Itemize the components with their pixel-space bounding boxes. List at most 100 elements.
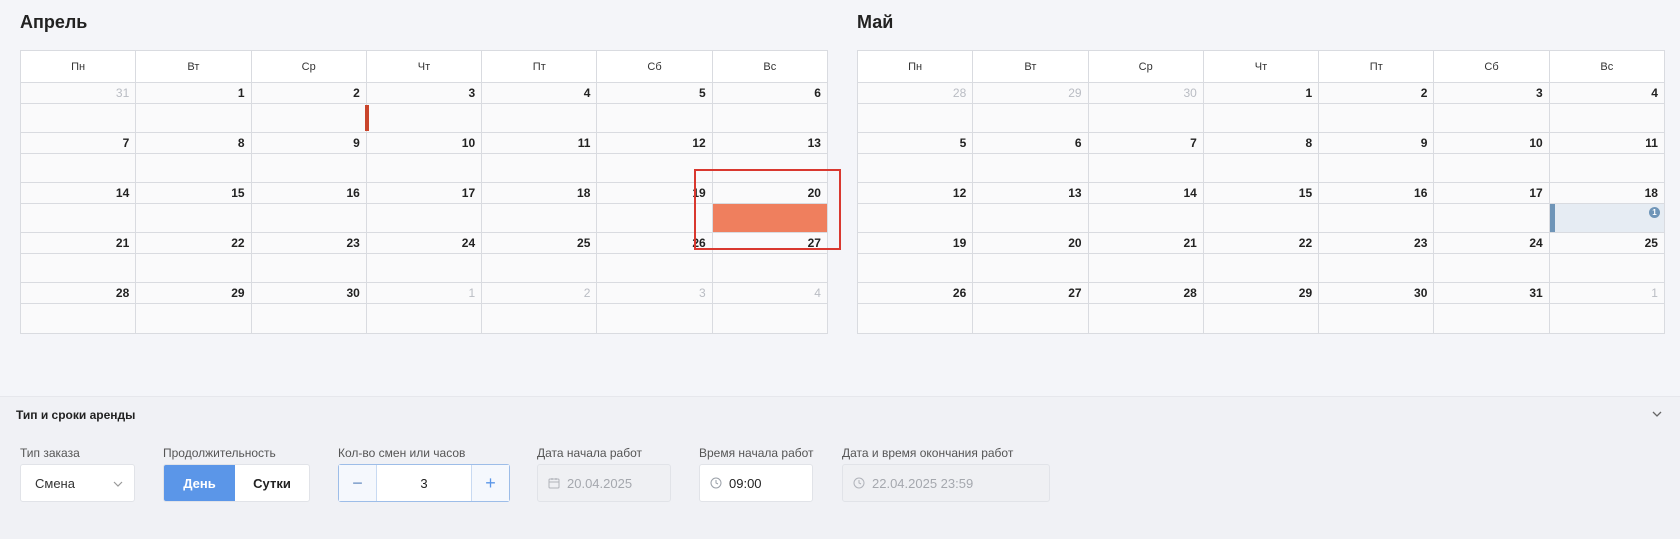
day-cell[interactable]: 3 xyxy=(597,283,713,304)
day-cell[interactable]: 27 xyxy=(712,233,827,254)
day-cell[interactable]: 12 xyxy=(597,133,713,154)
day-cell[interactable]: 10 xyxy=(1434,133,1550,154)
day-cell[interactable]: 25 xyxy=(1549,233,1664,254)
event-slot[interactable] xyxy=(366,304,483,333)
start-date-field[interactable]: 20.04.2025 xyxy=(537,464,671,502)
event-slot[interactable] xyxy=(858,154,974,183)
day-cell[interactable]: 18 xyxy=(482,183,598,204)
event-slot[interactable] xyxy=(1319,304,1435,333)
day-cell[interactable]: 7 xyxy=(21,133,137,154)
increment-button[interactable]: + xyxy=(471,465,509,501)
day-cell[interactable]: 7 xyxy=(1088,133,1204,154)
event-slot[interactable] xyxy=(366,204,483,233)
event-slot[interactable] xyxy=(366,154,483,183)
day-cell[interactable]: 28 xyxy=(21,283,137,304)
day-cell[interactable]: 29 xyxy=(136,283,252,304)
event-slot[interactable] xyxy=(712,254,827,283)
event-slot[interactable]: 1 xyxy=(1549,204,1664,233)
event-slot[interactable] xyxy=(1088,104,1204,133)
day-cell[interactable]: 11 xyxy=(1549,133,1664,154)
event-slot[interactable] xyxy=(136,254,252,283)
event-slot[interactable] xyxy=(1549,254,1664,283)
day-cell[interactable]: 16 xyxy=(1319,183,1435,204)
event-slot[interactable] xyxy=(858,254,974,283)
event-slot[interactable] xyxy=(597,204,713,233)
day-cell[interactable]: 15 xyxy=(1203,183,1320,204)
day-cell[interactable]: 12 xyxy=(858,183,974,204)
day-cell[interactable]: 18 xyxy=(1549,183,1664,204)
day-cell[interactable]: 19 xyxy=(858,233,974,254)
event-slot[interactable] xyxy=(1203,204,1320,233)
event-slot[interactable] xyxy=(1434,104,1550,133)
day-cell[interactable]: 1 xyxy=(1549,283,1664,304)
day-cell[interactable]: 1 xyxy=(1203,83,1320,104)
event-slot[interactable] xyxy=(712,204,827,233)
day-cell[interactable]: 22 xyxy=(1203,233,1320,254)
day-cell[interactable]: 20 xyxy=(712,183,827,204)
day-cell[interactable]: 6 xyxy=(973,133,1089,154)
day-cell[interactable]: 24 xyxy=(1434,233,1550,254)
event-slot[interactable] xyxy=(973,154,1089,183)
event-slot[interactable] xyxy=(482,204,598,233)
event-count-badge[interactable]: 1 xyxy=(1648,207,1660,218)
day-cell[interactable]: 21 xyxy=(1088,233,1204,254)
event-slot[interactable] xyxy=(1088,154,1204,183)
order-type-select[interactable]: Смена xyxy=(20,464,135,502)
day-cell[interactable]: 3 xyxy=(366,83,483,104)
event-slot[interactable] xyxy=(858,304,974,333)
event-slot[interactable] xyxy=(1434,254,1550,283)
day-cell[interactable]: 14 xyxy=(21,183,137,204)
event-slot[interactable] xyxy=(973,254,1089,283)
day-cell[interactable]: 16 xyxy=(251,183,367,204)
day-cell[interactable]: 5 xyxy=(597,83,713,104)
day-cell[interactable]: 1 xyxy=(366,283,483,304)
event-slot[interactable] xyxy=(364,104,483,133)
day-cell[interactable]: 20 xyxy=(973,233,1089,254)
day-cell[interactable]: 19 xyxy=(597,183,713,204)
duration-option-24h[interactable]: Сутки xyxy=(235,465,309,501)
end-datetime-field[interactable]: 22.04.2025 23:59 xyxy=(842,464,1050,502)
day-cell[interactable]: 5 xyxy=(858,133,974,154)
event-slot[interactable] xyxy=(21,304,137,333)
event-slot[interactable] xyxy=(597,154,713,183)
event-slot[interactable] xyxy=(366,254,483,283)
event-slot[interactable] xyxy=(1434,304,1550,333)
day-cell[interactable]: 30 xyxy=(1319,283,1435,304)
event-slot[interactable] xyxy=(482,304,598,333)
event-slot[interactable] xyxy=(251,254,367,283)
booking-bar[interactable] xyxy=(364,105,369,131)
event-slot[interactable] xyxy=(712,154,827,183)
day-cell[interactable]: 23 xyxy=(251,233,367,254)
event-slot[interactable] xyxy=(21,104,137,133)
day-cell[interactable]: 30 xyxy=(251,283,367,304)
day-cell[interactable]: 27 xyxy=(973,283,1089,304)
event-slot[interactable] xyxy=(1088,204,1204,233)
day-cell[interactable]: 31 xyxy=(1434,283,1550,304)
event-slot[interactable] xyxy=(597,304,713,333)
day-cell[interactable]: 30 xyxy=(1088,83,1204,104)
booking-bar[interactable]: 1 xyxy=(1549,204,1664,232)
event-slot[interactable] xyxy=(1319,154,1435,183)
event-slot[interactable] xyxy=(251,204,367,233)
day-cell[interactable]: 2 xyxy=(251,83,367,104)
event-slot[interactable] xyxy=(251,154,367,183)
event-slot[interactable] xyxy=(482,104,598,133)
day-cell[interactable]: 28 xyxy=(858,83,974,104)
day-cell[interactable]: 4 xyxy=(482,83,598,104)
event-slot[interactable] xyxy=(1434,204,1550,233)
event-slot[interactable] xyxy=(482,154,598,183)
day-cell[interactable]: 17 xyxy=(366,183,483,204)
day-cell[interactable]: 3 xyxy=(1434,83,1550,104)
event-slot[interactable] xyxy=(858,104,974,133)
decrement-button[interactable]: − xyxy=(339,465,377,501)
day-cell[interactable]: 24 xyxy=(366,233,483,254)
day-cell[interactable]: 2 xyxy=(1319,83,1435,104)
day-cell[interactable]: 21 xyxy=(21,233,137,254)
event-slot[interactable] xyxy=(136,204,252,233)
start-time-field[interactable]: 09:00 xyxy=(699,464,813,502)
event-slot[interactable] xyxy=(1549,304,1664,333)
event-slot[interactable] xyxy=(136,154,252,183)
event-slot[interactable] xyxy=(136,104,252,133)
event-slot[interactable] xyxy=(597,104,713,133)
day-cell[interactable]: 14 xyxy=(1088,183,1204,204)
